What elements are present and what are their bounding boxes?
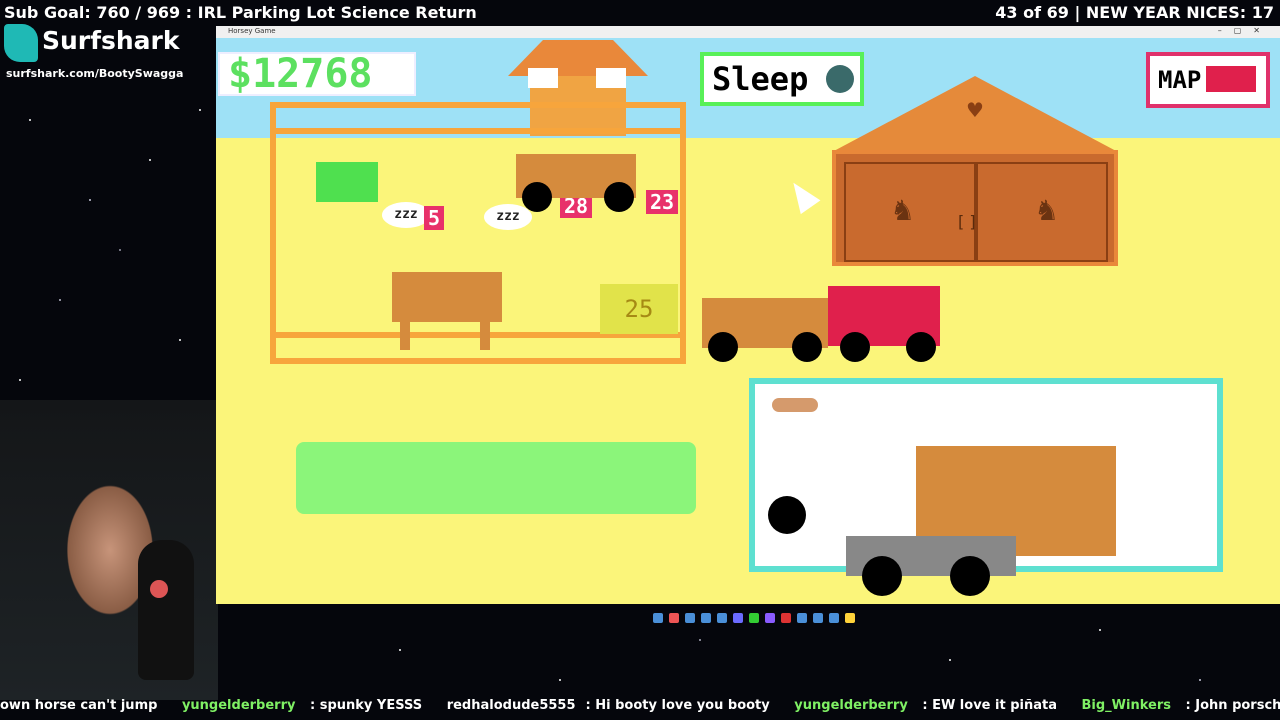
taskbar-icons[interactable]: [650, 608, 858, 624]
chat-text: own horse can't jump: [0, 698, 158, 713]
brown-horse[interactable]: [392, 272, 502, 322]
chat-text: EW love it piñata: [932, 698, 1057, 713]
windows-icon[interactable]: [653, 613, 663, 623]
sleep-label: Sleep: [712, 60, 809, 98]
barn-door-label: [ ]: [958, 212, 976, 231]
sponsor-banner: Surfshark surfshark.com/BootySwagga: [2, 24, 202, 84]
microphone-icon: [138, 540, 194, 680]
barn-door-left[interactable]: ♞: [844, 162, 976, 262]
truck-wheel: [604, 182, 634, 212]
app-icon[interactable]: [813, 613, 823, 623]
chat-message: yungelderberry : EW love it piñata: [794, 698, 1057, 713]
window-title: Horsey Game: [228, 27, 276, 35]
chat-text: spunky YESSS: [319, 698, 423, 713]
shed-window: [528, 68, 558, 88]
app-icon[interactable]: [829, 613, 839, 623]
app-icon[interactable]: [733, 613, 743, 623]
app-icon[interactable]: [845, 613, 855, 623]
surfshark-logo-icon: [4, 24, 38, 62]
trailer-wheel: [862, 556, 902, 596]
trailer-wheel: [950, 556, 990, 596]
horse-stat-tag: 5: [424, 206, 445, 230]
map-label: MAP: [1158, 66, 1202, 94]
spotify-icon[interactable]: [749, 613, 759, 623]
money-counter: $12768: [218, 52, 416, 96]
browser-icon[interactable]: [669, 613, 679, 623]
truck-wheel: [906, 332, 936, 362]
sub-goal-text: Sub Goal: 760 / 969 : IRL Parking Lot Sc…: [4, 3, 477, 22]
window-controls[interactable]: –▢✕: [1218, 26, 1272, 35]
chat-message: yungelderberry : spunky YESSS: [181, 698, 423, 713]
sponsor-name: Surfshark: [42, 26, 180, 55]
app-icon[interactable]: [797, 613, 807, 623]
hay-bale[interactable]: 25: [600, 284, 678, 334]
horse-icon: ♞: [890, 194, 916, 227]
app-icon[interactable]: [781, 613, 791, 623]
app-icon[interactable]: [701, 613, 711, 623]
sleep-bubble: zzz: [382, 202, 430, 228]
app-icon[interactable]: [685, 613, 695, 623]
window-titlebar: Horsey Game –▢✕: [216, 26, 1280, 38]
game-window: Horsey Game –▢✕ $12768 zzz zzz 5 28 23 2…: [216, 26, 1280, 604]
app-icon[interactable]: [717, 613, 727, 623]
mic-logo-icon: [150, 580, 168, 598]
stream-top-bar: Sub Goal: 760 / 969 : IRL Parking Lot Sc…: [0, 0, 1280, 26]
shed-window: [596, 68, 626, 88]
truck-wheel: [792, 332, 822, 362]
barn[interactable]: ♥ ♞ ♞ [ ]: [832, 76, 1118, 266]
chat-user: redhalodude5555: [446, 698, 576, 713]
truck-wheel: [708, 332, 738, 362]
barn-body: ♞ ♞ [ ]: [832, 150, 1118, 266]
truck-wheel: [840, 332, 870, 362]
bone-icon[interactable]: [772, 398, 818, 412]
chat-user: yungelderberry: [181, 698, 296, 713]
counter-text: 43 of 69 | NEW YEAR NICES: 17: [995, 3, 1274, 22]
horse-leg: [480, 322, 490, 350]
chat-text: John porsche is calling: [1195, 698, 1280, 713]
chat-user: Big_Winkers: [1081, 698, 1171, 713]
chat-message: own horse can't jump: [0, 698, 167, 713]
app-icon[interactable]: [765, 613, 775, 623]
chat-ticker: own horse can't jump yungelderberry : sp…: [0, 698, 1280, 720]
horse-leg: [400, 322, 410, 350]
barn-door-right[interactable]: ♞: [976, 162, 1108, 262]
horse-stat-tag: 23: [646, 190, 679, 214]
chat-message: redhalodude5555: Hi booty love you booty: [446, 698, 770, 713]
mouse-cursor-icon: [783, 175, 821, 215]
sponsor-url: surfshark.com/BootySwagga: [6, 67, 184, 80]
heart-icon: ♥: [966, 98, 984, 122]
fence-rail: [276, 128, 680, 134]
chat-message: Big_Winkers : John porsche is calling: [1082, 698, 1280, 713]
truck-icon: [1206, 66, 1256, 92]
truck-wheel: [522, 182, 552, 212]
sleep-bubble: zzz: [484, 204, 532, 230]
bomb-icon[interactable]: [768, 496, 806, 534]
horse-icon: ♞: [1034, 194, 1060, 227]
green-horse[interactable]: [316, 162, 378, 202]
map-button[interactable]: MAP: [1146, 52, 1270, 108]
empty-text-panel[interactable]: [296, 442, 696, 514]
chat-user: yungelderberry: [794, 698, 908, 713]
chat-text: Hi booty love you booty: [595, 698, 770, 713]
